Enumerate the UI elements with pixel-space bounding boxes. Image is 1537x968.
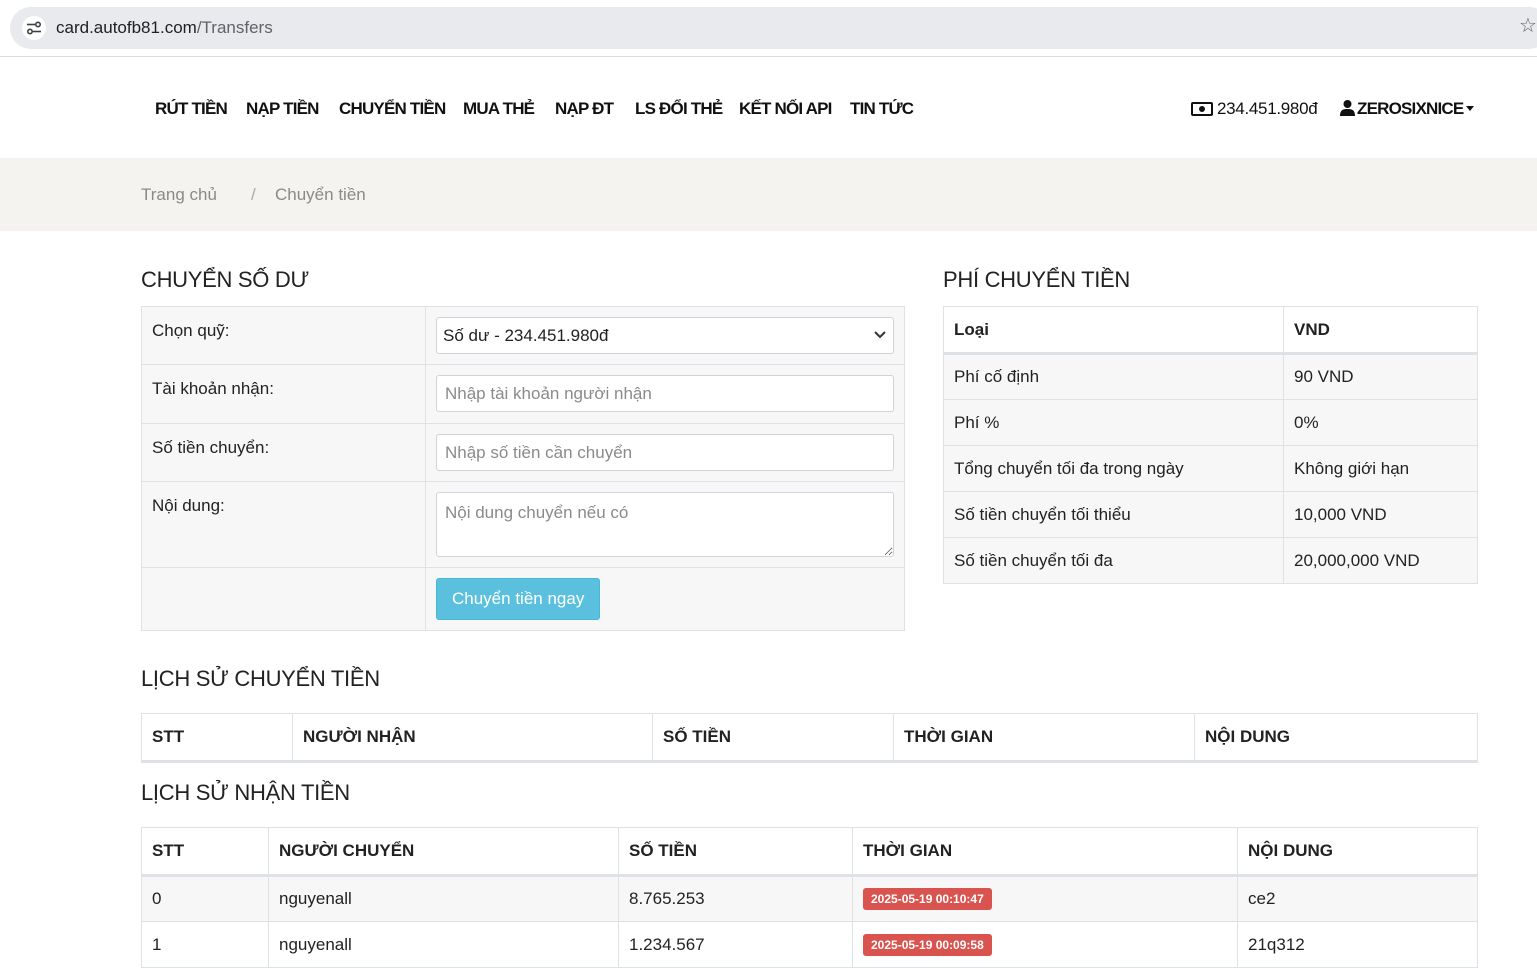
recv-header-amount: SỐ TIỀN xyxy=(618,827,853,877)
breadcrumb-home[interactable]: Trang chủ xyxy=(141,185,217,205)
nav-nap-tien[interactable]: NẠP TIỀN xyxy=(246,99,319,119)
sent-header-stt: STT xyxy=(141,713,293,763)
browser-address-bar: card.autofb81.com/Transfers ☆ xyxy=(0,0,1537,57)
url-host: card.autofb81.com xyxy=(56,18,197,37)
nav-nap-dt[interactable]: NẠP ĐT xyxy=(555,99,614,119)
fund-select[interactable]: Số dư - 234.451.980đ xyxy=(436,317,894,354)
time-badge: 2025-05-19 00:10:47 xyxy=(863,888,992,910)
empty-cell xyxy=(141,567,426,631)
amount-input[interactable] xyxy=(436,434,894,471)
chevron-down-icon xyxy=(873,318,887,365)
nav-ls-doi-the[interactable]: LS ĐỔI THẺ xyxy=(635,99,723,119)
amount-label: Số tiền chuyển: xyxy=(141,423,426,482)
fee-table-title: PHÍ CHUYỂN TIỀN xyxy=(943,267,1131,292)
fee-type: Phí % xyxy=(943,399,1284,446)
chevron-down-icon xyxy=(1466,106,1475,111)
recv-stt: 1 xyxy=(141,921,269,968)
fund-label: Chọn quỹ: xyxy=(141,306,426,365)
fee-value: 20,000,000 VND xyxy=(1283,537,1478,584)
table-row: Phí % 0% xyxy=(943,399,1478,446)
recipient-label: Tài khoản nhận: xyxy=(141,364,426,424)
table-row: Số tiền chuyển tối thiểu 10,000 VND xyxy=(943,491,1478,538)
sent-header-amount: SỐ TIỀN xyxy=(652,713,894,763)
time-badge: 2025-05-19 00:09:58 xyxy=(863,933,992,956)
nav-tin-tuc[interactable]: TIN TỨC xyxy=(850,99,914,119)
balance-display: 234.451.980đ xyxy=(1191,99,1318,119)
site-settings-icon[interactable] xyxy=(22,16,46,40)
recv-content: 21q312 xyxy=(1237,921,1478,968)
breadcrumb-separator: / xyxy=(251,185,256,204)
recv-sender: nguyenall xyxy=(268,875,619,922)
sent-history-title: LỊCH SỬ CHUYỂN TIỀN xyxy=(141,666,380,691)
fee-type: Số tiền chuyển tối thiểu xyxy=(943,491,1284,538)
main-navbar: RÚT TIỀN NẠP TIỀN CHUYỂN TIỀN MUA THẺ NẠ… xyxy=(0,58,1537,158)
recv-stt: 0 xyxy=(141,875,269,922)
recv-header-time: THỜI GIAN xyxy=(852,827,1238,877)
recv-header-content: NỘI DUNG xyxy=(1237,827,1478,877)
fund-select-value: Số dư - 234.451.980đ xyxy=(443,326,609,345)
received-history-title: LỊCH SỬ NHẬN TIỀN xyxy=(141,780,350,805)
recv-sender: nguyenall xyxy=(268,921,619,968)
received-history-table: STT NGƯỜI CHUYỂN SỐ TIỀN THỜI GIAN NỘI D… xyxy=(141,827,1478,968)
bookmark-star-icon[interactable]: ☆ xyxy=(1519,16,1537,36)
fee-value: Không giới hạn xyxy=(1283,445,1478,492)
money-bill-icon xyxy=(1191,102,1213,116)
recv-amount: 1.234.567 xyxy=(618,921,853,968)
table-row: Phí cố định 90 VND xyxy=(943,353,1478,400)
sent-header-content: NỘI DUNG xyxy=(1194,713,1478,763)
fee-type: Tổng chuyển tối đa trong ngày xyxy=(943,445,1284,492)
transfer-now-button[interactable]: Chuyển tiền ngay xyxy=(436,578,601,620)
sent-header-time: THỜI GIAN xyxy=(893,713,1195,763)
nav-mua-the[interactable]: MUA THẺ xyxy=(463,99,535,119)
user-icon xyxy=(1340,100,1355,116)
balance-value: 234.451.980đ xyxy=(1217,99,1318,118)
content-label: Nội dung: xyxy=(141,481,426,568)
table-row: Tổng chuyển tối đa trong ngày Không giới… xyxy=(943,445,1478,492)
transfer-form: Chọn quỹ: Số dư - 234.451.980đ Tài khoản… xyxy=(141,306,905,631)
nav-ket-noi-api[interactable]: KẾT NỐI API xyxy=(739,99,832,119)
table-row: 0 nguyenall 8.765.253 2025-05-19 00:10:4… xyxy=(141,875,1478,922)
recv-header-sender: NGƯỜI CHUYỂN xyxy=(268,827,619,877)
content-textarea[interactable] xyxy=(436,492,894,557)
fee-value: 10,000 VND xyxy=(1283,491,1478,538)
table-row: Số tiền chuyển tối đa 20,000,000 VND xyxy=(943,537,1478,584)
fee-type: Phí cố định xyxy=(943,353,1284,400)
recv-content: ce2 xyxy=(1237,875,1478,922)
url-text: card.autofb81.com/Transfers xyxy=(56,18,273,38)
transfer-form-title: CHUYỂN SỐ DƯ xyxy=(141,267,309,292)
url-path: /Transfers xyxy=(196,18,273,37)
nav-chuyen-tien[interactable]: CHUYỂN TIỀN xyxy=(339,99,446,119)
breadcrumb: Trang chủ / Chuyển tiền xyxy=(0,158,1537,231)
table-row: 1 nguyenall 1.234.567 2025-05-19 00:09:5… xyxy=(141,921,1478,968)
fee-table: Loại VND Phí cố định 90 VND Phí % 0% Tổn… xyxy=(943,306,1478,584)
fee-value: 0% xyxy=(1283,399,1478,446)
fee-value: 90 VND xyxy=(1283,353,1478,400)
recv-amount: 8.765.253 xyxy=(618,875,853,922)
fee-header-type: Loại xyxy=(943,306,1284,355)
nav-rut-tien[interactable]: RÚT TIỀN xyxy=(155,99,228,119)
sent-history-table: STT NGƯỜI NHẬN SỐ TIỀN THỜI GIAN NỘI DUN… xyxy=(141,713,1478,763)
recv-header-stt: STT xyxy=(141,827,269,877)
fee-header-vnd: VND xyxy=(1283,306,1478,355)
recv-time-cell: 2025-05-19 00:09:58 xyxy=(852,921,1238,968)
recipient-input[interactable] xyxy=(436,375,894,412)
breadcrumb-current: Chuyển tiền xyxy=(275,185,366,204)
recv-time-cell: 2025-05-19 00:10:47 xyxy=(852,875,1238,922)
sent-header-recipient: NGƯỜI NHẬN xyxy=(292,713,653,763)
user-menu[interactable]: ZEROSIXNICE xyxy=(1340,99,1475,119)
url-field[interactable]: card.autofb81.com/Transfers xyxy=(10,7,1537,49)
fee-type: Số tiền chuyển tối đa xyxy=(943,537,1284,584)
username: ZEROSIXNICE xyxy=(1357,99,1464,118)
